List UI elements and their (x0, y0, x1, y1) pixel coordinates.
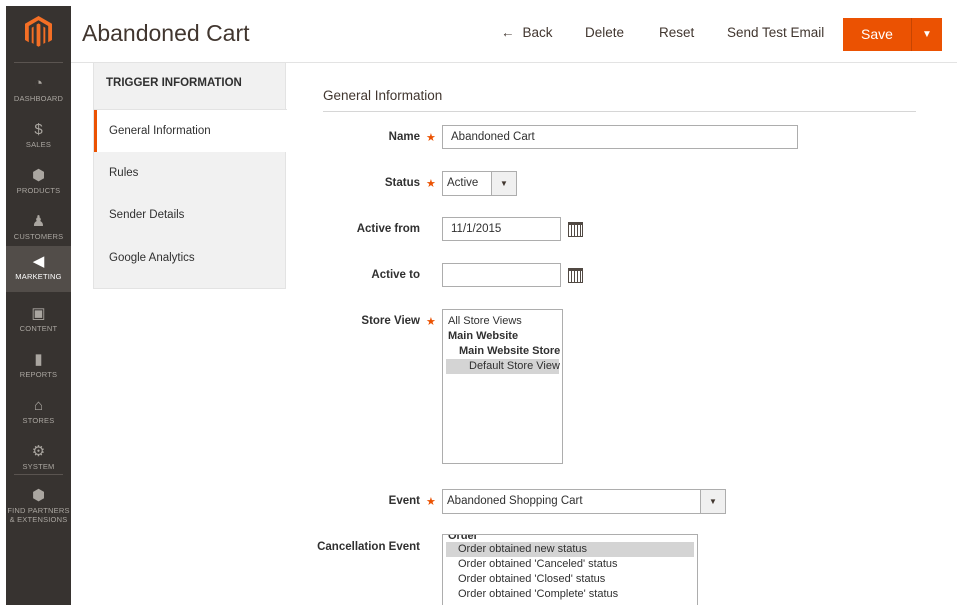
status-select[interactable]: Active ▼ (442, 171, 517, 196)
admin-sidebar: ◔ Dashboard $ Sales ⬢ Products ♟ Custome… (6, 6, 71, 605)
sidebar-item-label: Content (19, 324, 58, 333)
sidebar-item-label: Stores (22, 416, 55, 425)
cancellation-event-option[interactable]: Order obtained new status (446, 542, 694, 557)
cancellation-event-multiselect[interactable]: Order Order obtained new status Order ob… (442, 534, 698, 605)
sidebar-divider (14, 62, 63, 63)
sidebar-divider (14, 474, 63, 475)
event-label: Event (388, 495, 420, 507)
sidebar-item-content[interactable]: ▣ Content (6, 298, 71, 344)
store-view-option[interactable]: Default Store View (446, 359, 560, 374)
section-divider (323, 111, 916, 112)
box-icon: ⬢ (31, 167, 46, 184)
required-star-icon: ★ (426, 316, 436, 328)
gauge-icon: ◔ (33, 75, 44, 92)
reset-button[interactable]: Reset (659, 25, 694, 40)
sidebar-item-label: Customers (13, 232, 64, 241)
sidebar-item-stores[interactable]: ⌂ Stores (6, 390, 71, 436)
delete-button[interactable]: Delete (585, 25, 624, 40)
cancellation-event-option[interactable]: Order obtained 'Complete' status (446, 587, 694, 602)
chevron-down-icon[interactable]: ▼ (491, 172, 516, 195)
sidebar-item-marketing[interactable]: ◀ Marketing (6, 246, 71, 292)
save-button[interactable]: Save (843, 18, 911, 51)
tab-sender-details[interactable]: Sender Details (94, 194, 287, 236)
back-button-label: Back (522, 25, 553, 40)
dollar-icon: $ (34, 121, 43, 138)
cancellation-event-group: Order (448, 535, 478, 542)
store-view-option: Main Website Store (459, 345, 561, 357)
sidebar-item-products[interactable]: ⬢ Products (6, 160, 71, 206)
sidebar-item-label: Marketing (15, 272, 62, 281)
tab-google-analytics[interactable]: Google Analytics (94, 237, 287, 279)
magento-logo-icon[interactable] (25, 16, 52, 48)
person-icon: ♟ (31, 213, 46, 230)
sidebar-item-system[interactable]: ⚙ System (6, 436, 71, 482)
storefront-icon: ⌂ (33, 397, 44, 414)
cancellation-event-option[interactable]: Order obtained 'Canceled' status (446, 557, 694, 572)
calendar-icon[interactable] (568, 268, 583, 283)
sidebar-item-label: System (22, 462, 55, 471)
sidebar-item-reports[interactable]: ▮ Reports (6, 344, 71, 390)
gear-icon: ⚙ (31, 443, 46, 460)
tab-general-information[interactable]: General Information (94, 110, 287, 152)
trigger-tabs-panel: TRIGGER INFORMATION General Information … (93, 63, 287, 289)
layout-icon: ▣ (31, 305, 46, 322)
active-to-label: Active to (371, 269, 420, 281)
sidebar-item-label: Dashboard (13, 94, 64, 103)
sidebar-item-dashboard[interactable]: ◔ Dashboard (6, 68, 71, 114)
active-from-label: Active from (356, 223, 420, 235)
required-star-icon: ★ (426, 132, 436, 144)
cancellation-event-option[interactable]: Order obtained 'Closed' status (446, 572, 694, 587)
sidebar-item-find-partners[interactable]: ⬢ Find Partners & Extensions (6, 480, 71, 532)
sidebar-item-label: Products (16, 186, 61, 195)
store-view-option: Main Website (448, 330, 519, 342)
event-select[interactable]: Abandoned Shopping Cart ▼ (442, 489, 726, 514)
sidebar-item-sales[interactable]: $ Sales (6, 114, 71, 160)
name-label: Name (388, 131, 420, 143)
tab-rules[interactable]: Rules (94, 152, 287, 194)
calendar-icon[interactable] (568, 222, 583, 237)
bar-chart-icon: ▮ (34, 351, 43, 368)
sidebar-item-label: Reports (19, 370, 58, 379)
name-field[interactable]: Abandoned Cart (442, 125, 798, 149)
save-split-button: Save ▼ (843, 18, 942, 51)
sidebar-item-label: Find Partners & Extensions (7, 506, 70, 524)
trigger-tabs-title: TRIGGER INFORMATION (106, 77, 242, 89)
page-header: Abandoned Cart ← Back Delete Reset Send T… (71, 6, 957, 63)
page-title: Abandoned Cart (82, 20, 250, 46)
store-view-multiselect[interactable]: All Store Views Main Website Main Websit… (442, 309, 563, 464)
store-view-label: Store View (361, 315, 420, 327)
required-star-icon: ★ (426, 496, 436, 508)
send-test-email-button[interactable]: Send Test Email (727, 25, 824, 40)
active-to-field[interactable] (442, 263, 561, 287)
cube-icon: ⬢ (31, 487, 46, 504)
active-from-field[interactable]: 11/1/2015 (442, 217, 561, 241)
section-title: General Information (323, 88, 443, 103)
store-view-option[interactable]: All Store Views (446, 314, 559, 329)
arrow-left-icon: ← (501, 25, 515, 40)
status-select-value: Active (447, 177, 479, 189)
event-select-value: Abandoned Shopping Cart (447, 495, 583, 507)
chevron-down-icon[interactable]: ▼ (912, 18, 942, 51)
cancellation-event-label: Cancellation Event (317, 541, 420, 553)
chevron-down-icon[interactable]: ▼ (700, 490, 725, 513)
megaphone-icon: ◀ (32, 253, 45, 270)
status-label: Status (384, 177, 420, 189)
required-star-icon: ★ (426, 178, 436, 190)
back-button[interactable]: ← Back (501, 25, 553, 40)
sidebar-item-label: Sales (25, 140, 52, 149)
